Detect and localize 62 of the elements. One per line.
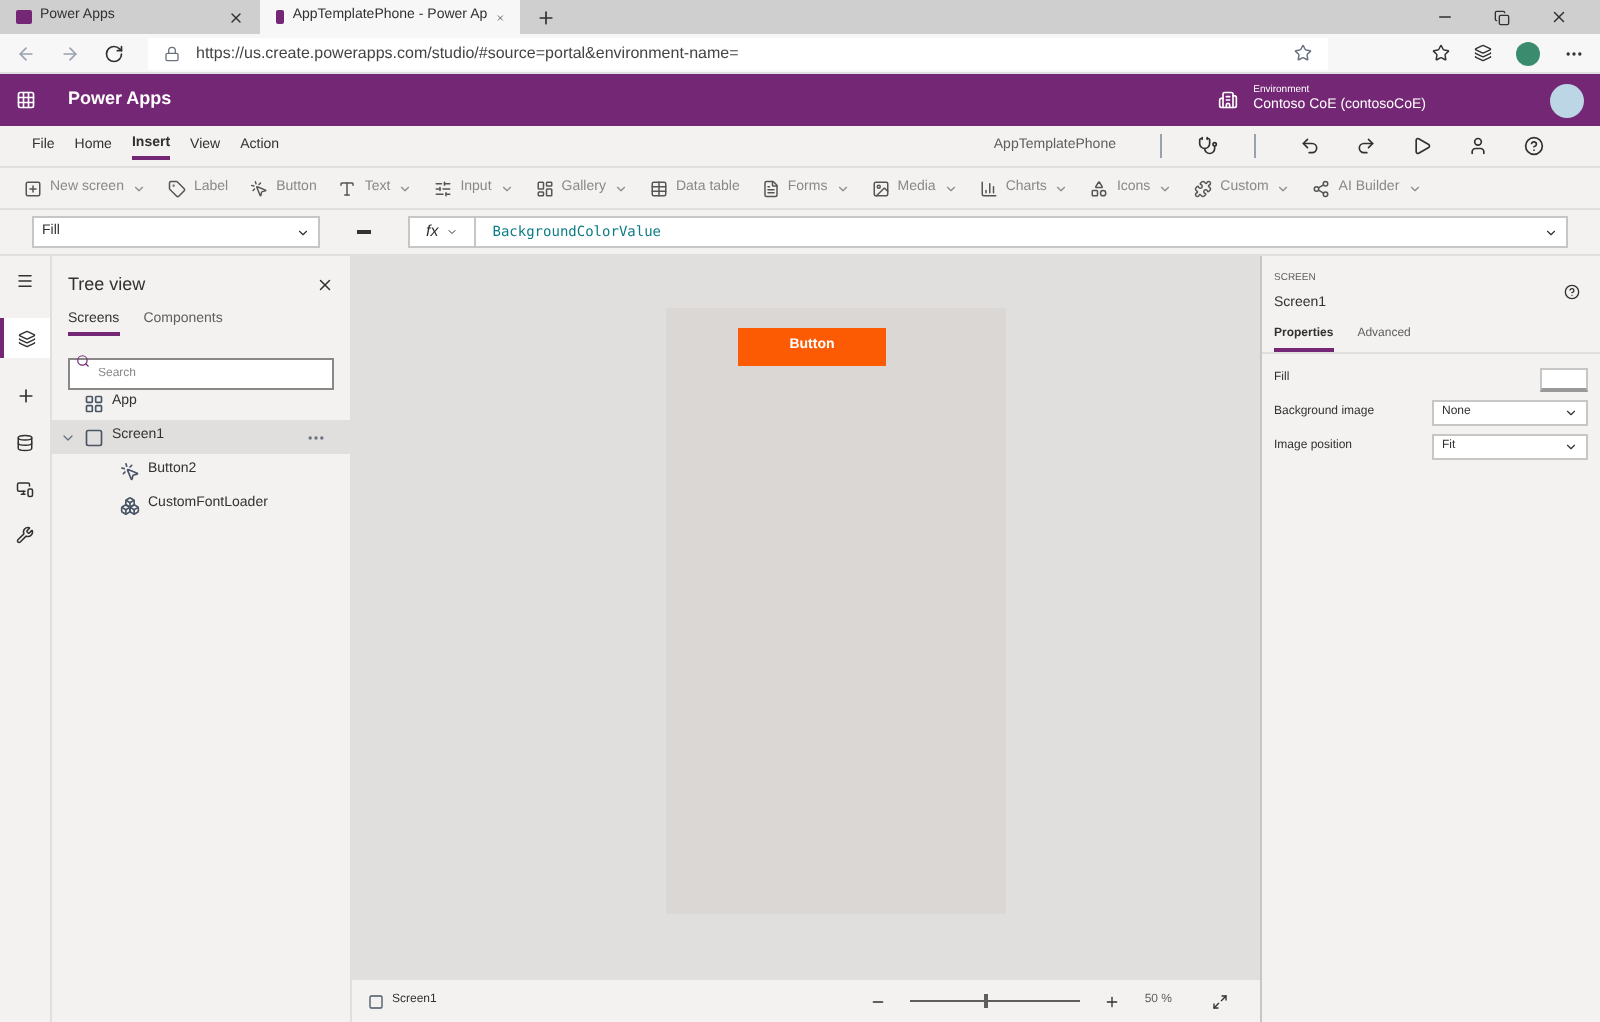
ribbon-icon [761,179,780,197]
item-icon [120,461,140,481]
redo-icon[interactable] [1356,136,1376,156]
insert-icon[interactable] [15,386,35,406]
close-icon[interactable] [316,276,334,295]
new-tab-icon[interactable] [536,8,556,28]
caret-icon [1564,440,1578,454]
user-avatar[interactable] [1550,83,1584,117]
profile-avatar[interactable] [1516,41,1540,65]
star-icon[interactable] [1294,44,1312,62]
item-icon [84,427,104,447]
ribbon-icon [250,179,269,197]
close-icon[interactable] [228,9,244,25]
environment-icon [1217,90,1238,110]
fit-icon[interactable] [1212,993,1228,1009]
panel-title: Tree view [68,272,148,298]
screen-icon [368,993,384,1009]
play-icon[interactable] [1412,136,1432,156]
ribbon-icon [167,179,186,197]
refresh-icon[interactable] [104,43,124,63]
caret-icon [1564,406,1578,420]
ribbon-icon [1312,179,1331,197]
help-icon[interactable] [1564,284,1580,300]
ribbon-icon [979,179,998,197]
collections-icon[interactable] [1474,44,1492,62]
search-icon [76,353,90,367]
ribbon-icon [871,179,890,197]
item-icon [84,393,104,413]
ribbon-icon [338,179,357,197]
app-icon [16,10,32,24]
caret-icon [296,225,310,239]
fx-button[interactable]: fx [410,218,477,246]
app-launcher-icon[interactable] [16,90,36,110]
undo-icon[interactable] [1300,136,1320,156]
tools-icon[interactable] [16,526,34,544]
slider-thumb[interactable] [983,994,988,1008]
ribbon-icon [649,179,668,197]
restore-icon[interactable] [1494,10,1510,26]
app-icon [276,10,285,24]
checker-icon[interactable] [1198,136,1218,156]
ribbon-icon [1090,179,1109,197]
ribbon-icon [1194,179,1213,197]
lock-icon [164,45,180,61]
close-icon[interactable] [1550,8,1568,26]
caret-icon[interactable] [1544,225,1558,239]
zoom-in-icon[interactable] [1104,993,1121,1009]
help-icon[interactable] [1524,136,1544,156]
user-icon[interactable] [1468,136,1488,156]
menu-icon[interactable] [16,272,34,290]
media-icon[interactable] [16,480,34,498]
ribbon-icon [24,179,42,197]
color-picker[interactable] [1540,367,1588,391]
favorites-icon[interactable] [1432,44,1450,62]
data-icon[interactable] [16,434,34,452]
address-bar[interactable]: https://us.create.powerapps.com/studio/#source=portal&environment-name= [148,37,1328,69]
app-title: Power Apps [68,86,172,113]
caret-icon [446,226,459,238]
ribbon-icon [434,179,453,197]
zoom-slider[interactable] [910,994,1081,1008]
item-icon [120,495,140,515]
tree-view-icon[interactable] [18,329,36,347]
ribbon-icon [535,179,554,197]
